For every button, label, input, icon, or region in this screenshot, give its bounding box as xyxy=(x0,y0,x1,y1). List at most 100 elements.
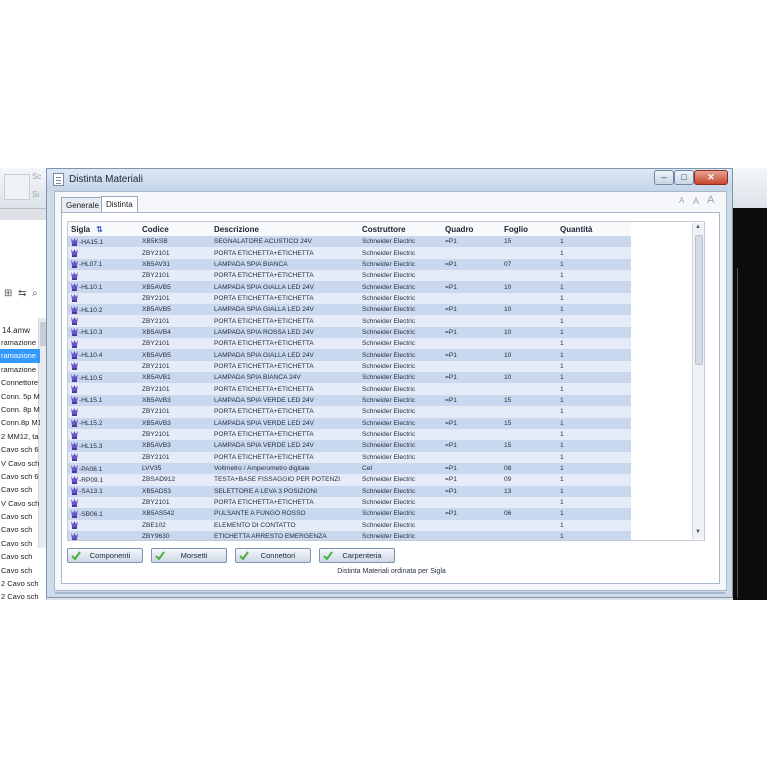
table-row[interactable]: -SA13.1 XB5AD53 SELETTORE A LEVA 3 POSIZIO… xyxy=(68,485,631,497)
cell-text: PORTA ETICHETTA+ETICHETTA xyxy=(214,362,314,370)
table-row[interactable]: ZBY2101 PORTA ETICHETTA+ETICHETTA Schneide… xyxy=(68,360,631,373)
tree-item[interactable]: Cavo sch xyxy=(0,523,40,536)
cell-text: LVV35 xyxy=(142,465,162,473)
background-toolbar-button[interactable] xyxy=(4,174,30,200)
cell-text: PORTA ETICHETTA+ETICHETTA xyxy=(214,453,314,461)
cell-sigla xyxy=(68,428,139,441)
column-header-quantita[interactable]: Quantità xyxy=(557,222,631,236)
tree-item[interactable]: Cavo sch xyxy=(0,483,40,496)
cell-codice: ZBSAD912 xyxy=(139,474,211,486)
font-larger-icon[interactable]: A xyxy=(707,194,714,206)
column-header-costruttore[interactable]: Costruttore xyxy=(359,222,442,236)
table-row[interactable]: ZBY2101 PORTA ETICHETTA+ETICHETTA Schneide… xyxy=(68,247,631,259)
cell-text: PORTA ETICHETTA+ETICHETTA xyxy=(214,272,314,280)
table-row[interactable]: -HA15.1 XB5KSB SEGNALATORE ACUSTICO 24V Sch… xyxy=(68,236,631,248)
scroll-up-arrow-icon[interactable]: ▲ xyxy=(695,224,701,230)
cell-text: XB5AVB3 xyxy=(142,396,171,404)
background-canvas xyxy=(733,208,767,600)
table-row[interactable]: ZBY2101 PORTA ETICHETTA+ETICHETTA Schneide… xyxy=(68,292,631,305)
tree-item[interactable]: Cavo sch 6 xyxy=(0,470,40,483)
tree-search-icon[interactable]: ⌕ xyxy=(32,288,38,299)
cell-text: 07 xyxy=(504,260,512,268)
tab-generale[interactable]: Generale xyxy=(61,197,104,212)
table-row[interactable]: ZBY2101 PORTA ETICHETTA+ETICHETTA Schneide… xyxy=(68,383,631,395)
tree-item[interactable]: ramazione xyxy=(0,336,40,349)
table-row[interactable]: -HL15.2 XB5AVB3 LAMPADA SPIA VERDE LED 24V… xyxy=(68,417,631,429)
cell-costruttore: Schneider Electric xyxy=(359,383,442,395)
scroll-down-arrow-icon[interactable]: ▼ xyxy=(695,529,701,535)
componenti-button[interactable]: Componenti xyxy=(67,548,143,563)
tree-link-icon[interactable]: ⇆ xyxy=(18,288,26,299)
tree-item[interactable]: 2 Cavo sch xyxy=(0,590,40,603)
table-vertical-scrollbar[interactable]: ▲ ▼ xyxy=(692,223,704,539)
table-row[interactable]: -HL10.2 XB5AVB5 LAMPADA SPIA GIALLA LED 24… xyxy=(68,304,631,316)
table-row[interactable]: ZBY2101 PORTA ETICHETTA+ETICHETTA Schneide… xyxy=(68,451,631,463)
tree-item[interactable]: Cavo sch xyxy=(0,550,40,563)
sort-ascending-icon[interactable]: ⇅ xyxy=(96,225,103,234)
table-row[interactable]: -PA08.1 LVV35 Voltmetro / Amperometro digi… xyxy=(68,462,631,475)
table-row[interactable]: -HL15.3 XB5AVB3 LAMPADA SPIA VERDE LED 24V… xyxy=(68,440,631,452)
table-row[interactable]: -HL10.5 XB5AVB1 LAMPADA SPIA BIANCA 24V Sch… xyxy=(68,372,631,384)
table-row[interactable]: ZBY2101 PORTA ETICHETTA+ETICHETTA Schneide… xyxy=(68,270,631,282)
tree-item[interactable]: Conn.8p M1 xyxy=(0,416,40,429)
maximize-button[interactable]: □ xyxy=(674,170,694,185)
tree-item[interactable]: V Cavo sch xyxy=(0,457,40,470)
column-header-quadro[interactable]: Quadro xyxy=(442,222,501,236)
tree-item[interactable]: Cavo sch 6 xyxy=(0,443,40,456)
table-row[interactable]: -HL10.4 XB5AVB5 LAMPADA SPIA GIALLA LED 24… xyxy=(68,349,631,361)
table-row[interactable]: -SB06.1 XB5AS542 PULSANTE A FUNGO ROSSO Sch… xyxy=(68,508,631,520)
tree-item[interactable]: Cavo sch xyxy=(0,510,40,523)
close-button[interactable]: ✕ xyxy=(694,170,728,185)
table-row[interactable]: ZBY2101 PORTA ETICHETTA+ETICHETTA Schneide… xyxy=(68,338,631,350)
scrollbar-thumb[interactable] xyxy=(695,235,703,365)
table-row[interactable]: -HL10.3 XB5AVB4 LAMPADA SPIA ROSSA LED 24V… xyxy=(68,326,631,339)
cell-text: 1 xyxy=(560,408,564,416)
cell-text: 10 xyxy=(504,306,512,314)
component-icon xyxy=(71,475,78,484)
font-smaller-icon[interactable]: A xyxy=(679,196,684,205)
column-header-descrizione[interactable]: Descrizione xyxy=(211,222,359,236)
component-icon xyxy=(71,453,78,462)
tree-item[interactable]: 2 Cavo sch xyxy=(0,577,40,590)
carpenteria-button[interactable]: Carpenteria xyxy=(319,548,395,563)
cell-quadro xyxy=(442,519,501,531)
table-row[interactable]: ZBY2101 PORTA ETICHETTA+ETICHETTA Schneide… xyxy=(68,406,631,418)
tree-item[interactable]: ramazione xyxy=(0,349,40,363)
table-row[interactable]: ZBY2101 PORTA ETICHETTA+ETICHETTA Schneide… xyxy=(68,315,631,327)
morsetti-button[interactable]: Morsetti xyxy=(151,548,227,563)
dialog-titlebar[interactable]: Distinta Materiali – □ ✕ xyxy=(47,169,732,191)
tree-item[interactable]: Conn. 5p M xyxy=(0,390,40,403)
table-row[interactable]: ZBY9630 ETICHETTA ARRESTO EMERGENZA Schnei… xyxy=(68,530,631,540)
column-header-foglio[interactable]: Foglio xyxy=(501,222,557,236)
tab-distinta[interactable]: Distinta xyxy=(101,196,138,212)
column-header-codice[interactable]: Codice xyxy=(139,222,211,236)
tree-item[interactable]: V Cavo sch xyxy=(0,497,40,510)
table-row[interactable]: -HL07.1 XB5AV31 LAMPADA SPIA BIANCA Schneid… xyxy=(68,258,631,271)
column-header-sigla[interactable]: Sigla ⇅ xyxy=(68,222,139,236)
cell-foglio: 08 xyxy=(501,462,557,475)
cell-text: 10 xyxy=(504,283,512,291)
minimize-button[interactable]: – xyxy=(654,170,674,185)
tree-item[interactable]: ramazione xyxy=(0,363,40,376)
tree-item[interactable]: 2 MM12, ta xyxy=(0,430,40,443)
table-row[interactable]: -HL10.1 XB5AVB5 LAMPADA SPIA GIALLA LED 24… xyxy=(68,281,631,293)
table-row[interactable]: -RP09.1 ZBSAD912 TESTA+BASE FISSAGGIO PER … xyxy=(68,474,631,486)
tree-item[interactable]: Connettore xyxy=(0,376,40,389)
cell-quadro: =P1 xyxy=(442,508,501,520)
component-icon xyxy=(71,407,78,416)
table-row[interactable]: -HL15.1 XB5AVB3 LAMPADA SPIA VERDE LED 24V… xyxy=(68,394,631,407)
table-row[interactable]: ZBY2101 PORTA ETICHETTA+ETICHETTA Schneide… xyxy=(68,428,631,441)
font-normal-icon[interactable]: A xyxy=(693,196,699,206)
table-row[interactable]: ZBE102 ELEMENTO DI CONTATTO Schneider Elec… xyxy=(68,519,631,531)
cell-text: -HL10.3 xyxy=(79,329,103,337)
table-row[interactable]: ZBY2101 PORTA ETICHETTA+ETICHETTA Schneide… xyxy=(68,496,631,509)
component-icon xyxy=(71,464,78,473)
connettori-button[interactable]: Connettori xyxy=(235,548,311,563)
tree-item[interactable]: Cavo sch xyxy=(0,564,40,577)
cell-sigla xyxy=(68,530,139,540)
tree-item[interactable]: Conn. 8p M xyxy=(0,403,40,416)
cell-text: SEGNALATORE ACUSTICO 24V xyxy=(214,238,312,246)
cell-quadro xyxy=(442,338,501,350)
tree-tool-icon[interactable]: ⊞ xyxy=(4,288,12,299)
tree-item[interactable]: Cavo sch xyxy=(0,537,40,550)
